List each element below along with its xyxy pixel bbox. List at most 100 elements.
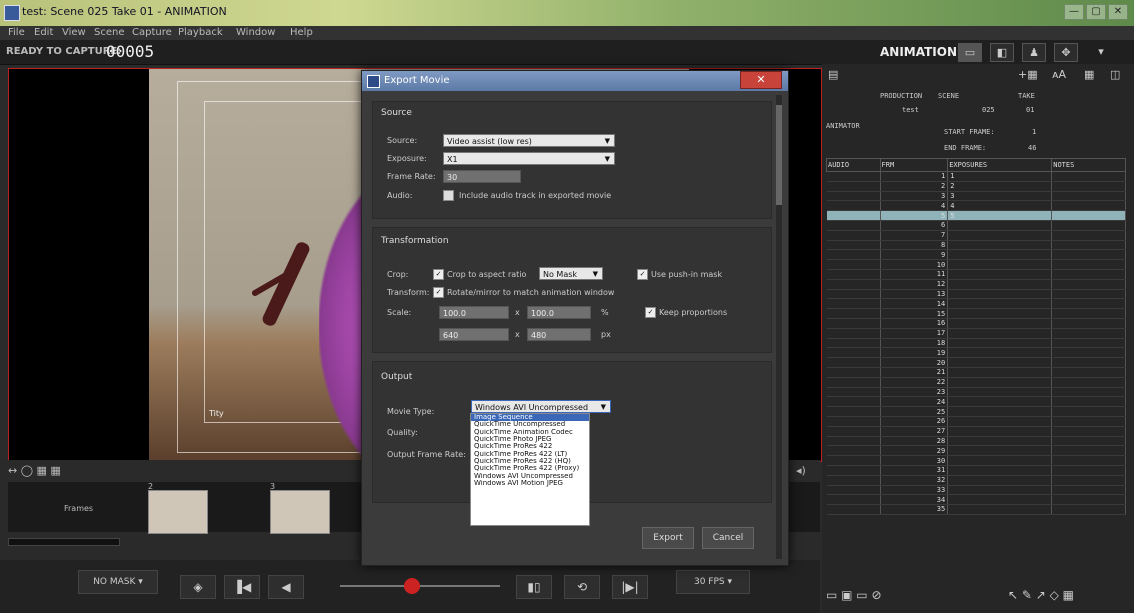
audio-cell[interactable] — [826, 289, 881, 300]
menu-scene[interactable]: Scene — [94, 27, 125, 38]
frame-number-cell[interactable]: 11 — [880, 269, 949, 280]
audio-cell[interactable] — [826, 259, 881, 270]
audio-cell[interactable] — [826, 475, 881, 486]
exposure-cell[interactable] — [947, 298, 1053, 310]
xsheet-row[interactable]: 29 — [826, 445, 1126, 457]
notes-cell[interactable] — [1051, 426, 1126, 437]
xsheet-row[interactable]: 16 — [826, 318, 1126, 329]
audio-cell[interactable] — [826, 318, 881, 329]
xsheet-row[interactable]: 27 — [826, 426, 1126, 437]
frame-number-cell[interactable]: 5 — [880, 210, 949, 221]
audio-cell[interactable] — [826, 357, 881, 368]
audio-cell[interactable] — [826, 347, 881, 359]
play-back-icon[interactable]: ◀ — [268, 575, 304, 599]
xsheet-row[interactable]: 22 — [826, 377, 1126, 388]
movietype-option[interactable]: QuickTime Animation Codec — [471, 429, 589, 436]
exposure-cell[interactable] — [947, 308, 1053, 319]
notes-cell[interactable] — [1051, 171, 1126, 182]
frame-number-cell[interactable]: 30 — [880, 455, 949, 466]
frame-number-cell[interactable]: 8 — [880, 240, 949, 251]
xsheet-row[interactable]: 44 — [826, 200, 1126, 212]
audio-cell[interactable] — [826, 328, 881, 339]
audio-cell[interactable] — [826, 269, 881, 280]
exposure-cell[interactable] — [947, 338, 1053, 349]
notes-cell[interactable] — [1051, 436, 1126, 447]
xsheet-row[interactable]: 26 — [826, 416, 1126, 427]
drawing-tools-icon[interactable]: ↖ ✎ ↗ ◇ ▦ — [1008, 588, 1074, 602]
xsheet-row[interactable]: 20 — [826, 357, 1126, 368]
movietype-option[interactable]: Image Sequence — [471, 414, 589, 422]
exposure-cell[interactable] — [947, 318, 1053, 329]
close-button[interactable]: ✕ — [1108, 4, 1128, 20]
frame-number-cell[interactable]: 12 — [880, 279, 949, 290]
audio-cell[interactable] — [826, 220, 881, 231]
audio-cell[interactable] — [826, 367, 881, 378]
audio-cell[interactable] — [826, 387, 881, 398]
frame-number-cell[interactable]: 10 — [880, 259, 949, 270]
notes-cell[interactable] — [1051, 308, 1126, 319]
audio-icon[interactable]: ◂) — [796, 464, 806, 477]
frame-number-cell[interactable]: 14 — [880, 298, 949, 310]
notes-cell[interactable] — [1051, 504, 1126, 515]
playhead-knob[interactable] — [404, 578, 420, 594]
exposure-cell[interactable] — [947, 367, 1053, 378]
exposure-cell[interactable] — [947, 328, 1053, 339]
live-view-icon[interactable]: ▮▯ — [516, 575, 552, 599]
exposure-cell[interactable] — [947, 475, 1053, 486]
exposure-cell[interactable] — [947, 289, 1053, 300]
mask-select[interactable]: No Mask ▼ — [539, 267, 603, 280]
loop-icon[interactable]: ⟲ — [564, 575, 600, 599]
xsheet-grid[interactable]: AUDIO FRM EXPOSURES NOTES 11223344556789… — [826, 158, 1126, 515]
exposure-cell[interactable] — [947, 436, 1053, 447]
frame-number-cell[interactable]: 26 — [880, 416, 949, 427]
frame-number-cell[interactable]: 29 — [880, 445, 949, 457]
framerate-input[interactable]: 30 — [443, 170, 521, 183]
frame-number-cell[interactable]: 7 — [880, 230, 949, 241]
audio-cell[interactable] — [826, 240, 881, 251]
audio-cell[interactable] — [826, 396, 881, 408]
audio-cell[interactable] — [826, 436, 881, 447]
xsheet-row[interactable]: 18 — [826, 338, 1126, 349]
collapse-icon[interactable]: ◫ — [1110, 68, 1120, 81]
audio-cell[interactable] — [826, 191, 881, 202]
audio-checkbox[interactable] — [443, 190, 454, 201]
exposure-cell[interactable] — [947, 465, 1053, 476]
frame-number-cell[interactable]: 21 — [880, 367, 949, 378]
audio-cell[interactable] — [826, 181, 881, 192]
xsheet-row[interactable]: 11 — [826, 269, 1126, 280]
notes-cell[interactable] — [1051, 357, 1126, 368]
movietype-option[interactable]: QuickTime ProRes 422 (Proxy) — [471, 465, 589, 472]
notes-cell[interactable] — [1051, 406, 1126, 417]
xsheet-row[interactable]: 23 — [826, 387, 1126, 398]
xsheet-row[interactable]: 17 — [826, 328, 1126, 339]
xsheet-row[interactable]: 55 — [826, 210, 1126, 221]
frame-number-cell[interactable]: 35 — [880, 504, 949, 515]
stamp-icon[interactable]: ♟ — [1022, 43, 1046, 62]
exposure-cell[interactable] — [947, 416, 1053, 427]
exposure-cell[interactable] — [947, 406, 1053, 417]
exposure-cell[interactable] — [947, 387, 1053, 398]
xsheet-row[interactable]: 24 — [826, 396, 1126, 408]
exposure-cell[interactable]: 1 — [947, 171, 1053, 182]
notes-icon[interactable]: ▦ — [1084, 68, 1094, 81]
audio-cell[interactable] — [826, 308, 881, 319]
xsheet-row[interactable]: 14 — [826, 298, 1126, 310]
audio-cell[interactable] — [826, 200, 881, 212]
exposure-cell[interactable] — [947, 377, 1053, 388]
movietype-option[interactable]: QuickTime Photo JPEG — [471, 436, 589, 443]
xsheet-row[interactable]: 25 — [826, 406, 1126, 417]
notes-cell[interactable] — [1051, 387, 1126, 398]
movietype-option[interactable]: Windows AVI Motion JPEG — [471, 480, 589, 487]
notes-cell[interactable] — [1051, 347, 1126, 359]
frame-number-cell[interactable]: 20 — [880, 357, 949, 368]
xsheet-row[interactable]: 12 — [826, 279, 1126, 290]
exposure-select[interactable]: X1 ▼ — [443, 152, 615, 165]
frame-number-cell[interactable]: 3 — [880, 191, 949, 202]
maximize-button[interactable]: ▢ — [1086, 4, 1106, 20]
xsheet-row[interactable]: 11 — [826, 171, 1126, 182]
movietype-option[interactable]: QuickTime ProRes 422 (LT) — [471, 451, 589, 458]
xsheet-row[interactable]: 31 — [826, 465, 1126, 476]
mask-button[interactable]: NO MASK ▾ — [78, 570, 158, 594]
notes-cell[interactable] — [1051, 191, 1126, 202]
notes-cell[interactable] — [1051, 259, 1126, 270]
